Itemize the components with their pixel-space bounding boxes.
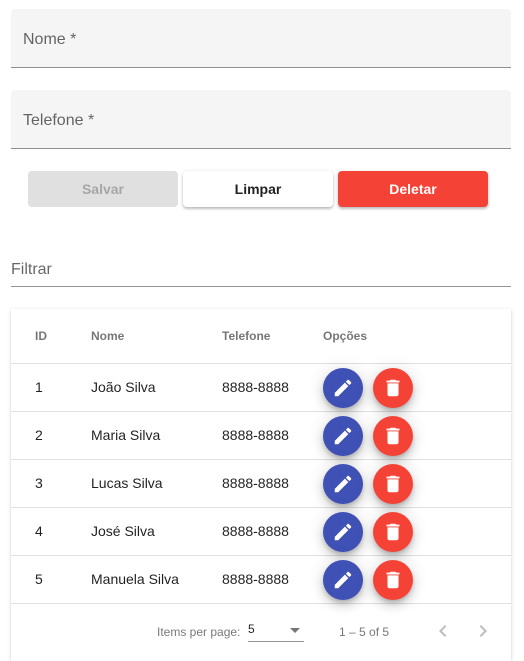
trash-icon — [386, 475, 400, 493]
pencil-icon — [334, 475, 352, 493]
pencil-icon — [334, 427, 352, 445]
paginator: Items per page: 5 1 – 5 of 5 — [11, 606, 511, 661]
trash-icon — [386, 427, 400, 445]
table-header: ID Nome Telefone Opções — [11, 309, 511, 364]
filter-input[interactable]: Filtrar — [11, 250, 511, 287]
contacts-table: ID Nome Telefone Opções 1 João Silva 8888-… — [11, 309, 511, 661]
trash-icon — [386, 379, 400, 397]
previous-page-button[interactable] — [431, 619, 455, 643]
page-size-value: 5 — [248, 622, 255, 636]
pencil-icon — [334, 571, 352, 589]
delete-button[interactable]: Deletar — [338, 171, 488, 207]
page-size-select[interactable]: 5 — [248, 618, 304, 642]
cell-telefone: 8888-8888 — [222, 523, 289, 539]
edit-button[interactable] — [323, 368, 363, 408]
save-button[interactable]: Salvar — [28, 171, 178, 207]
header-id[interactable]: ID — [35, 329, 47, 343]
trash-icon — [386, 523, 400, 541]
edit-button[interactable] — [323, 464, 363, 504]
pencil-icon — [334, 379, 352, 397]
edit-button[interactable] — [323, 560, 363, 600]
cell-id: 3 — [35, 475, 43, 491]
table-row: 1 João Silva 8888-8888 — [11, 364, 511, 412]
header-opcoes: Opções — [323, 329, 368, 343]
cell-nome: José Silva — [91, 523, 155, 539]
chevron-left-icon — [439, 625, 447, 637]
cell-nome: João Silva — [91, 379, 156, 395]
cell-telefone: 8888-8888 — [222, 475, 289, 491]
cell-id: 4 — [35, 523, 43, 539]
row-delete-button[interactable] — [373, 464, 413, 504]
trash-icon — [386, 571, 400, 589]
nome-label: Nome * — [23, 31, 77, 48]
dropdown-arrow-icon — [290, 628, 300, 633]
nome-field[interactable]: Nome * — [11, 9, 511, 68]
cell-id: 5 — [35, 571, 43, 587]
table-row: 5 Manuela Silva 8888-8888 — [11, 556, 511, 604]
cell-nome: Manuela Silva — [91, 571, 179, 587]
edit-button[interactable] — [323, 512, 363, 552]
edit-button[interactable] — [323, 416, 363, 456]
cell-id: 2 — [35, 427, 43, 443]
pencil-icon — [334, 523, 352, 541]
row-delete-button[interactable] — [373, 560, 413, 600]
cell-id: 1 — [35, 379, 43, 395]
telefone-label: Telefone * — [23, 112, 95, 129]
telefone-field[interactable]: Telefone * — [11, 90, 511, 149]
header-nome[interactable]: Nome — [91, 329, 124, 343]
cell-telefone: 8888-8888 — [222, 379, 289, 395]
cell-telefone: 8888-8888 — [222, 427, 289, 443]
row-delete-button[interactable] — [373, 512, 413, 552]
clear-button[interactable]: Limpar — [183, 171, 333, 207]
table-row: 4 José Silva 8888-8888 — [11, 508, 511, 556]
cell-nome: Maria Silva — [91, 427, 161, 443]
table-row: 3 Lucas Silva 8888-8888 — [11, 460, 511, 508]
items-per-page-label: Items per page: — [157, 625, 241, 639]
chevron-right-icon — [479, 625, 487, 637]
cell-nome: Lucas Silva — [91, 475, 163, 491]
header-telefone[interactable]: Telefone — [222, 329, 270, 343]
page-range-label: 1 – 5 of 5 — [339, 625, 390, 639]
table-row: 2 Maria Silva 8888-8888 — [11, 412, 511, 460]
row-delete-button[interactable] — [373, 368, 413, 408]
row-delete-button[interactable] — [373, 416, 413, 456]
cell-telefone: 8888-8888 — [222, 571, 289, 587]
filter-label: Filtrar — [11, 261, 52, 278]
next-page-button[interactable] — [471, 619, 495, 643]
